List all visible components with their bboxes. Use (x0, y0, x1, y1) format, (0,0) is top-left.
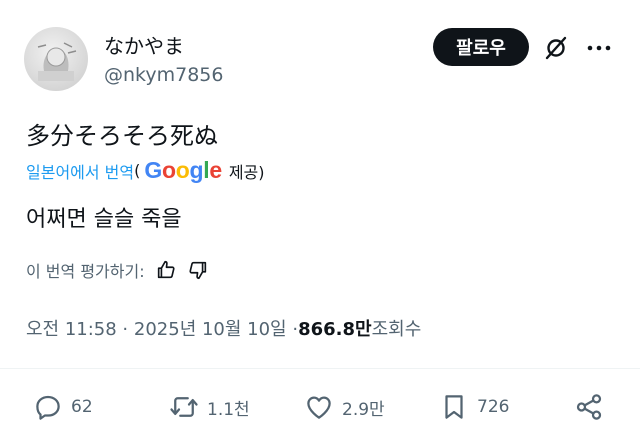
bookmark-button[interactable]: 726 (439, 392, 509, 422)
heart-icon (307, 396, 331, 419)
share-icon (576, 394, 602, 420)
tweet-meta: 오전 11:58 · 2025년 10월 10일 · 866.8만 조회수 (26, 315, 421, 341)
repost-icon (170, 397, 198, 417)
divider (0, 368, 640, 369)
follow-button[interactable]: 팔로우 (433, 28, 529, 66)
translated-from-link[interactable]: 일본어에서 번역 (26, 159, 134, 183)
thumbs-down-icon[interactable] (187, 259, 209, 281)
reply-button[interactable]: 62 (33, 392, 93, 422)
google-logo: Google (144, 157, 222, 183)
bookmark-count: 726 (477, 397, 510, 417)
reply-icon (36, 395, 60, 420)
repost-button[interactable]: 1.1천 (169, 392, 250, 422)
avatar[interactable] (24, 27, 88, 91)
user-handle[interactable]: @nkym7856 (104, 64, 223, 86)
views-count: 866.8만 (298, 319, 372, 340)
share-button[interactable] (574, 392, 604, 422)
more-options-icon[interactable] (585, 37, 613, 59)
rate-translation-label: 이 번역 평가하기: (26, 262, 145, 281)
views-label: 조회수 (371, 319, 422, 340)
bookmark-icon (445, 395, 463, 419)
tweet-text: 多分そろそろ死ぬ (26, 122, 218, 150)
like-button[interactable]: 2.9만 (304, 392, 385, 422)
translated-text: 어쩌면 슬슬 죽을 (26, 207, 182, 232)
display-name[interactable]: なかやま (104, 30, 184, 59)
provided-by-label: 제공) (228, 162, 265, 182)
grok-icon[interactable] (543, 35, 569, 61)
repost-count: 1.1천 (207, 399, 250, 420)
like-count: 2.9만 (342, 399, 385, 420)
paren-open: ( (134, 161, 141, 180)
thumbs-up-icon[interactable] (155, 259, 177, 281)
rate-translation: 이 번역 평가하기: (26, 258, 209, 282)
translation-attribution: 일본어에서 번역 ( Google 제공) (26, 157, 265, 184)
reply-count: 62 (71, 397, 93, 417)
timestamp[interactable]: 오전 11:58 · 2025년 10월 10일 · (26, 315, 298, 341)
avatar-image (37, 42, 77, 81)
